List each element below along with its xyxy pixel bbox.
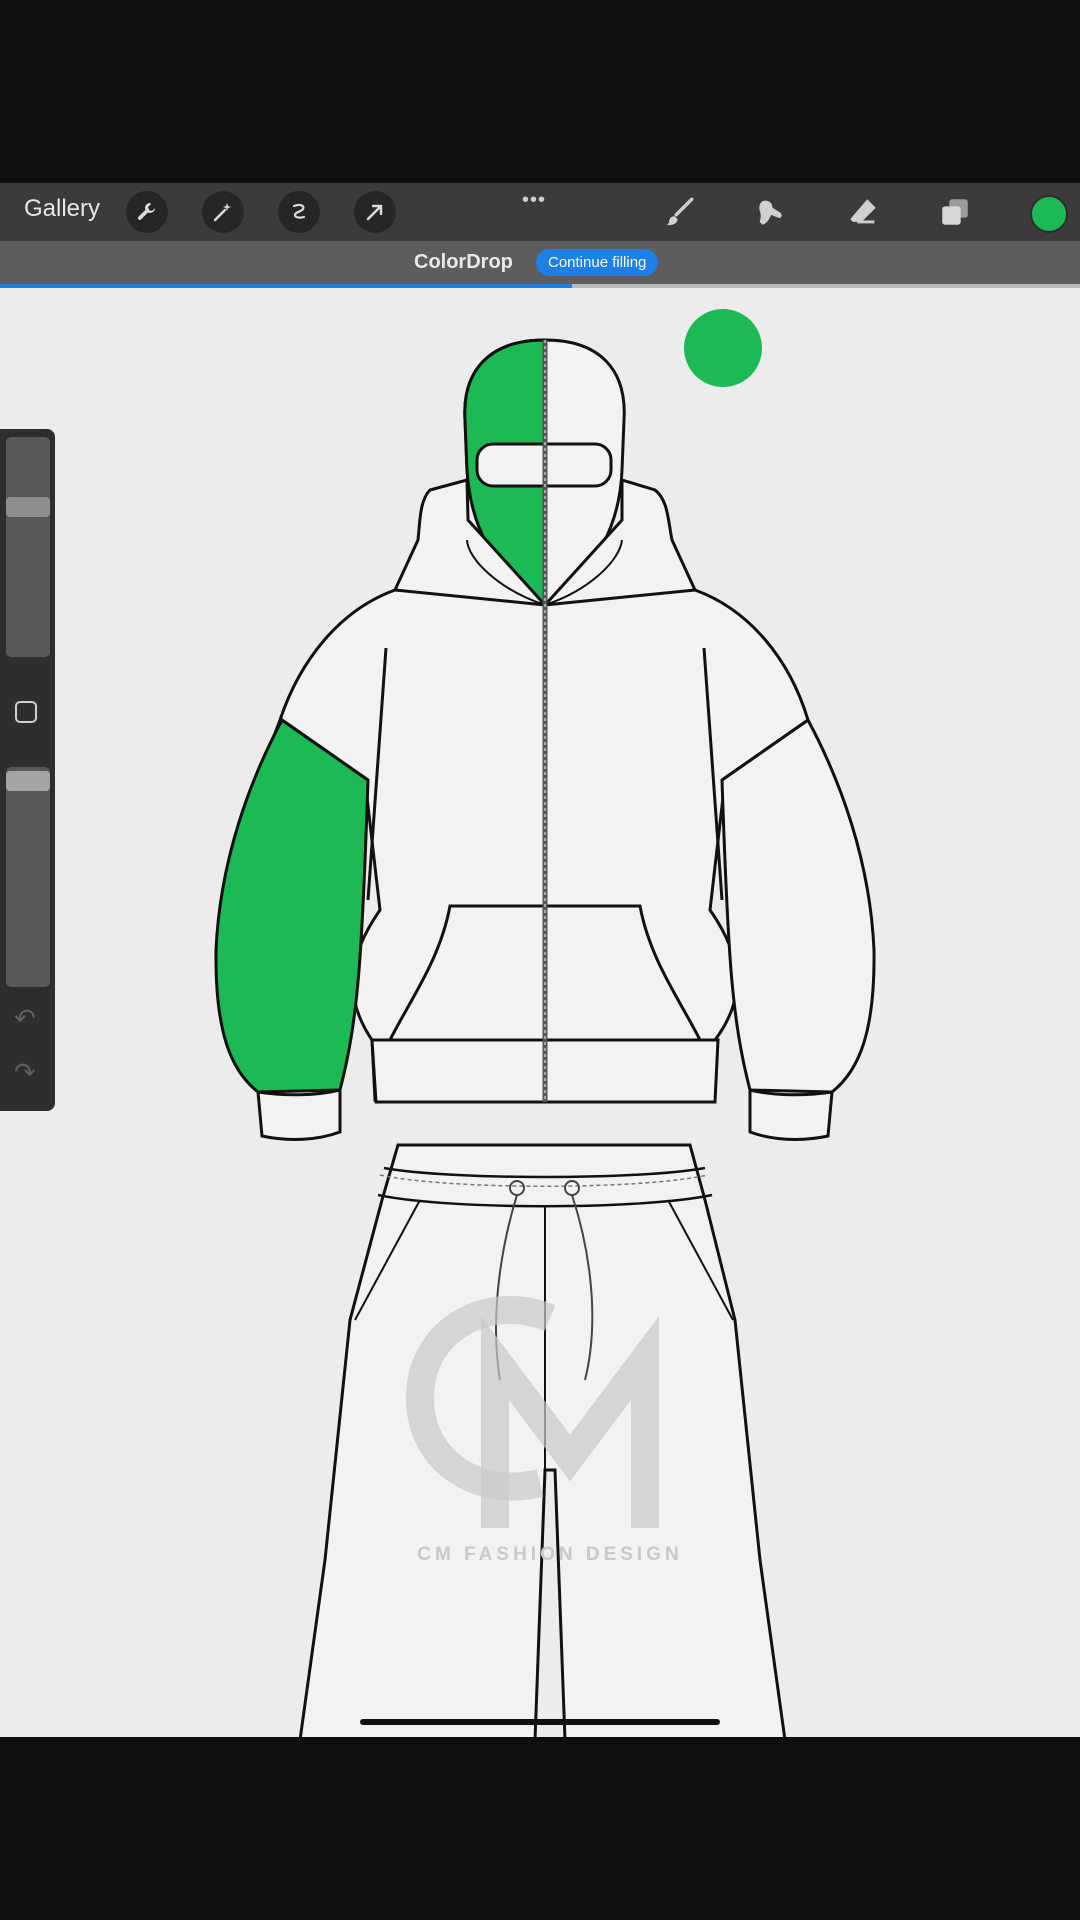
magic-wand-icon-glyph <box>213 203 231 222</box>
transform-arrow-icon-glyph <box>366 204 383 221</box>
watermark-text: CM FASHION DESIGN <box>417 1544 682 1565</box>
selection-icon-glyph <box>292 203 306 219</box>
top-toolbar: Gallery ••• <box>0 183 1080 241</box>
continue-filling-button[interactable]: Continue filling <box>536 249 659 276</box>
color-drop-target <box>684 309 762 387</box>
left-cuff <box>256 1088 342 1141</box>
more-options-icon[interactable]: ••• <box>522 189 546 212</box>
brush-size-slider[interactable] <box>6 437 50 657</box>
undo-icon[interactable]: ↶ <box>14 1003 36 1034</box>
opacity-thumb[interactable] <box>6 771 50 791</box>
opacity-slider[interactable] <box>6 767 50 987</box>
brush-size-thumb[interactable] <box>6 497 50 517</box>
right-sleeve <box>720 717 876 1094</box>
gallery-button[interactable]: Gallery <box>24 195 100 223</box>
wrench-icon[interactable] <box>126 191 168 233</box>
smudge-icon[interactable] <box>752 193 790 231</box>
eraser-icon-glyph <box>850 199 876 224</box>
right-cuff <box>748 1088 834 1141</box>
magic-wand-icon[interactable] <box>202 191 244 233</box>
transform-arrow-icon[interactable] <box>354 191 396 233</box>
home-indicator[interactable] <box>360 1719 720 1725</box>
eraser-icon[interactable] <box>844 193 882 231</box>
layers-icon-glyph <box>942 199 968 225</box>
layers-icon[interactable] <box>936 193 974 231</box>
modify-button[interactable] <box>15 701 37 723</box>
brush-icon[interactable] <box>660 193 698 231</box>
cm-logo-watermark: CM FASHION DESIGN <box>405 1296 682 1565</box>
wrench-icon-glyph <box>137 203 155 220</box>
left-sleeve-fill <box>214 717 370 1094</box>
colordrop-bar: ColorDrop Continue filling <box>0 241 1080 284</box>
colordrop-title: ColorDrop <box>414 251 513 273</box>
brush-sidebar: ↶ ↷ <box>0 429 55 1111</box>
smudge-icon-glyph <box>759 200 782 225</box>
selection-icon[interactable] <box>278 191 320 233</box>
drawing-canvas[interactable]: CM FASHION DESIGN <box>0 288 1080 1737</box>
color-picker-button[interactable] <box>1030 195 1068 233</box>
redo-icon[interactable]: ↷ <box>14 1057 36 1088</box>
brush-icon-glyph <box>666 197 694 226</box>
